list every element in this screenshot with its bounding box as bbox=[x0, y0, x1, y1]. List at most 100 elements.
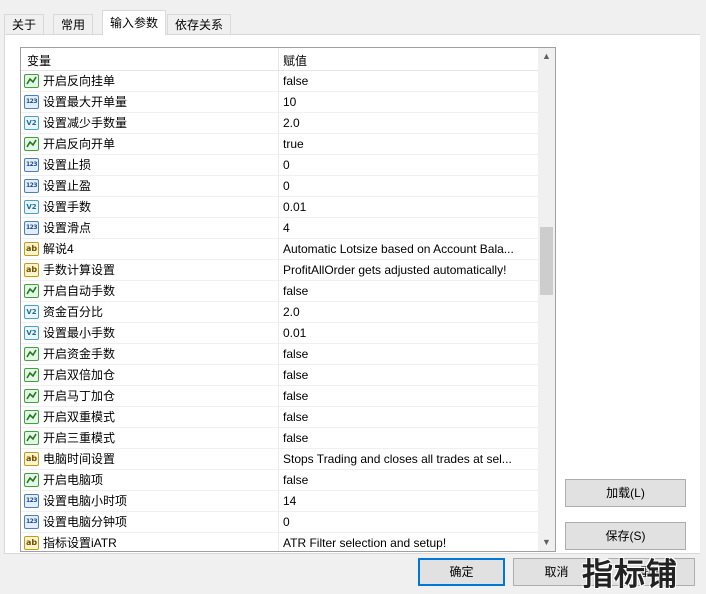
table-row[interactable]: ab 手数计算设置 ProfitAllOrder gets adjusted aut… bbox=[21, 260, 538, 281]
column-divider bbox=[278, 428, 279, 449]
table-row[interactable]: 开启自动手数 false bbox=[21, 281, 538, 302]
int-icon: 123 bbox=[24, 95, 39, 109]
table-row[interactable]: 123 设置电脑小时项 14 bbox=[21, 491, 538, 512]
table-row[interactable]: ab 指标设置iATR ATR Filter selection and setup… bbox=[21, 533, 538, 551]
scroll-down-arrow-icon[interactable]: ▼ bbox=[538, 534, 555, 551]
bool-icon bbox=[24, 368, 39, 382]
column-header-variable[interactable]: 变量 bbox=[27, 52, 51, 69]
table-row[interactable]: 开启反向开单 true bbox=[21, 134, 538, 155]
parameter-value[interactable]: false bbox=[283, 281, 535, 302]
parameters-grid: 变量 赋值 开启反向挂单 false 123 设置最大开单量 10 V2 设置减少手数量 2.… bbox=[20, 47, 556, 552]
parameter-value[interactable]: false bbox=[283, 407, 535, 428]
table-row[interactable]: V2 资金百分比 2.0 bbox=[21, 302, 538, 323]
save-button[interactable]: 保存(S) bbox=[565, 522, 686, 550]
parameter-name: 设置止盈 bbox=[43, 179, 92, 193]
table-row[interactable]: ab 解说4 Automatic Lotsize based on Account … bbox=[21, 239, 538, 260]
column-divider bbox=[278, 155, 279, 176]
ok-button[interactable]: 确定 bbox=[418, 558, 505, 586]
parameter-name: 设置止损 bbox=[43, 158, 92, 172]
parameter-value[interactable]: 2.0 bbox=[283, 302, 535, 323]
bool-icon bbox=[24, 473, 39, 487]
column-divider bbox=[278, 449, 279, 470]
table-row[interactable]: 123 设置滑点 4 bbox=[21, 218, 538, 239]
bool-icon bbox=[24, 74, 39, 88]
table-row[interactable]: 开启三重模式 false bbox=[21, 428, 538, 449]
parameter-value[interactable]: true bbox=[283, 134, 535, 155]
parameter-name: 指标设置iATR bbox=[43, 536, 117, 550]
table-row[interactable]: V2 设置手数 0.01 bbox=[21, 197, 538, 218]
window-edge bbox=[700, 0, 706, 593]
bool-icon bbox=[24, 389, 39, 403]
parameter-value[interactable]: false bbox=[283, 365, 535, 386]
table-row[interactable]: 开启双重模式 false bbox=[21, 407, 538, 428]
parameter-name: 开启电脑项 bbox=[43, 473, 104, 487]
grid-header: 变量 赋值 bbox=[21, 48, 538, 71]
column-divider bbox=[278, 134, 279, 155]
parameter-value[interactable]: false bbox=[283, 344, 535, 365]
column-divider bbox=[278, 239, 279, 260]
table-row[interactable]: 123 设置止盈 0 bbox=[21, 176, 538, 197]
table-row[interactable]: 开启反向挂单 false bbox=[21, 71, 538, 92]
column-divider bbox=[278, 323, 279, 344]
table-row[interactable]: ab 电脑时间设置 Stops Trading and closes all tra… bbox=[21, 449, 538, 470]
table-row[interactable]: V2 设置减少手数量 2.0 bbox=[21, 113, 538, 134]
parameter-name: 开启双倍加仓 bbox=[43, 368, 116, 382]
tab-about[interactable]: 关于 bbox=[4, 14, 45, 34]
int-icon: 123 bbox=[24, 221, 39, 235]
vertical-scrollbar[interactable]: ▲ ▼ bbox=[538, 48, 555, 551]
tab-dependencies[interactable]: 依存关系 bbox=[167, 14, 232, 34]
parameter-value[interactable]: 10 bbox=[283, 92, 535, 113]
parameter-value[interactable]: 2.0 bbox=[283, 113, 535, 134]
table-row[interactable]: 开启电脑项 false bbox=[21, 470, 538, 491]
parameter-name: 开启资金手数 bbox=[43, 347, 116, 361]
tab-inputs[interactable]: 输入参数 bbox=[102, 10, 167, 35]
parameter-value[interactable]: Stops Trading and closes all trades at s… bbox=[283, 449, 535, 470]
column-divider bbox=[278, 533, 279, 551]
parameter-value[interactable]: ProfitAllOrder gets adjusted automatical… bbox=[283, 260, 535, 281]
column-divider[interactable] bbox=[278, 48, 279, 70]
tab-common[interactable]: 常用 bbox=[53, 14, 94, 34]
double-icon: V2 bbox=[24, 326, 39, 340]
parameter-value[interactable]: false bbox=[283, 470, 535, 491]
column-divider bbox=[278, 491, 279, 512]
column-header-value[interactable]: 赋值 bbox=[283, 52, 307, 69]
parameter-name: 解说4 bbox=[43, 242, 74, 256]
parameter-value[interactable]: 0 bbox=[283, 155, 535, 176]
table-row[interactable]: 开启资金手数 false bbox=[21, 344, 538, 365]
parameter-value[interactable]: 14 bbox=[283, 491, 535, 512]
parameter-value[interactable]: ATR Filter selection and setup! bbox=[283, 533, 535, 551]
parameter-name: 开启三重模式 bbox=[43, 431, 116, 445]
scroll-thumb[interactable] bbox=[540, 227, 553, 295]
int-icon: 123 bbox=[24, 158, 39, 172]
table-row[interactable]: 123 设置电脑分钟项 0 bbox=[21, 512, 538, 533]
bool-icon bbox=[24, 137, 39, 151]
scroll-up-arrow-icon[interactable]: ▲ bbox=[538, 48, 555, 65]
parameter-value[interactable]: 0 bbox=[283, 176, 535, 197]
parameter-name: 设置最大开单量 bbox=[43, 95, 128, 109]
parameter-name: 手数计算设置 bbox=[43, 263, 116, 277]
parameter-name: 资金百分比 bbox=[43, 305, 104, 319]
column-divider bbox=[278, 71, 279, 92]
column-divider bbox=[278, 512, 279, 533]
parameter-name: 设置减少手数量 bbox=[43, 116, 128, 130]
parameter-value[interactable]: 0 bbox=[283, 512, 535, 533]
parameter-value[interactable]: false bbox=[283, 428, 535, 449]
parameter-name: 设置手数 bbox=[43, 200, 92, 214]
table-row[interactable]: 123 设置止损 0 bbox=[21, 155, 538, 176]
column-divider bbox=[278, 113, 279, 134]
parameter-value[interactable]: false bbox=[283, 386, 535, 407]
parameter-value[interactable]: Automatic Lotsize based on Account Bala.… bbox=[283, 239, 535, 260]
table-row[interactable]: V2 设置最小手数 0.01 bbox=[21, 323, 538, 344]
parameter-name: 开启反向开单 bbox=[43, 137, 116, 151]
column-divider bbox=[278, 197, 279, 218]
table-row[interactable]: 开启马丁加仓 false bbox=[21, 386, 538, 407]
bool-icon bbox=[24, 431, 39, 445]
table-row[interactable]: 开启双倍加仓 false bbox=[21, 365, 538, 386]
table-row[interactable]: 123 设置最大开单量 10 bbox=[21, 92, 538, 113]
load-button[interactable]: 加载(L) bbox=[565, 479, 686, 507]
parameter-value[interactable]: false bbox=[283, 71, 535, 92]
parameter-value[interactable]: 0.01 bbox=[283, 197, 535, 218]
parameter-value[interactable]: 4 bbox=[283, 218, 535, 239]
parameter-value[interactable]: 0.01 bbox=[283, 323, 535, 344]
column-divider bbox=[278, 218, 279, 239]
